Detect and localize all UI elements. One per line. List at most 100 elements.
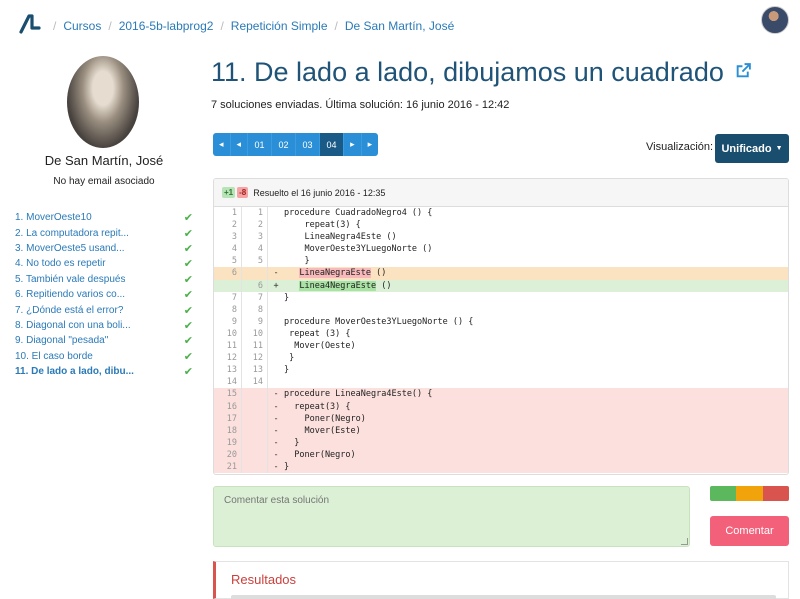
diff-marker bbox=[268, 292, 284, 304]
check-icon: ✔ bbox=[183, 242, 193, 255]
exercise-item[interactable]: 11. De lado a lado, dibu... ✔ bbox=[15, 364, 193, 379]
diff-marker: - bbox=[273, 437, 279, 448]
old-line-number: 5 bbox=[214, 255, 242, 268]
exercise-link[interactable]: 3. MoverOeste5 usand... bbox=[15, 243, 125, 254]
breadcrumb: / Cursos / 2016-5b-labprog2 / Repetición… bbox=[53, 19, 455, 33]
app-logo-icon[interactable] bbox=[18, 12, 42, 36]
pager-next-button[interactable]: ▸ bbox=[344, 133, 362, 156]
exercise-item[interactable]: 3. MoverOeste5 usand... ✔ bbox=[15, 241, 193, 256]
check-icon: ✔ bbox=[183, 289, 193, 302]
old-line-number: 15 bbox=[214, 388, 242, 401]
diff-line: 16 - repeat(3) { bbox=[214, 400, 788, 413]
exercise-item[interactable]: 6. Repitiendo varios co... ✔ bbox=[15, 287, 193, 302]
results-title: Resultados bbox=[231, 572, 297, 587]
submission-summary: 7 soluciones enviadas. Última solución: … bbox=[211, 99, 510, 111]
exercise-link[interactable]: 10. El caso borde bbox=[15, 351, 93, 362]
old-line-number bbox=[214, 279, 242, 292]
rating-option-3[interactable] bbox=[762, 486, 789, 501]
pager-page-03[interactable]: 03 bbox=[296, 133, 321, 156]
comment-input[interactable] bbox=[213, 486, 690, 547]
removed-count-badge: -8 bbox=[237, 187, 249, 198]
exercise-link[interactable]: 9. Diagonal "pesada" bbox=[15, 335, 108, 346]
check-icon: ✔ bbox=[183, 366, 193, 379]
breadcrumb-courses[interactable]: Cursos bbox=[63, 19, 101, 33]
new-line-number: 11 bbox=[242, 340, 268, 353]
pager-first-button[interactable]: ◂ bbox=[213, 133, 231, 156]
exercise-link[interactable]: 5. También vale después bbox=[15, 274, 125, 285]
exercise-link[interactable]: 11. De lado a lado, dibu... bbox=[15, 366, 134, 377]
code-text: } bbox=[284, 437, 300, 448]
resize-grip-icon[interactable] bbox=[681, 538, 688, 545]
rating-option-2[interactable] bbox=[736, 486, 763, 501]
code-change-highlight: Linea4NegraEste bbox=[299, 280, 377, 291]
diff-line: 11 11 Mover(Oeste) bbox=[214, 340, 788, 353]
diff-marker: - bbox=[273, 401, 279, 412]
rating-selector bbox=[710, 486, 789, 501]
diff-header-text: Resuelto el 16 junio 2016 - 12:35 bbox=[253, 187, 386, 198]
pager-last-button[interactable]: ▸ bbox=[361, 133, 379, 156]
diff-line: 10 10 repeat (3) { bbox=[214, 327, 788, 341]
diff-marker bbox=[268, 207, 284, 219]
check-icon: ✔ bbox=[183, 273, 193, 286]
comment-button[interactable]: Comentar bbox=[710, 516, 789, 546]
rating-option-1[interactable] bbox=[710, 486, 737, 501]
new-line-number: 12 bbox=[242, 352, 268, 365]
pager-page-04[interactable]: 04 bbox=[320, 133, 345, 156]
diff-line: 6 + Linea4NegraEste () bbox=[214, 279, 788, 292]
page-title: 11. De lado a lado, dibujamos un cuadrad… bbox=[211, 57, 752, 88]
user-avatar[interactable] bbox=[761, 6, 789, 34]
old-line-number: 4 bbox=[214, 243, 242, 256]
code-text: repeat(3) { bbox=[284, 401, 351, 412]
exercise-link[interactable]: 6. Repitiendo varios co... bbox=[15, 289, 125, 300]
visualization-dropdown[interactable]: Unificado ▼ bbox=[715, 134, 789, 163]
exercise-link[interactable]: 8. Diagonal con una boli... bbox=[15, 320, 131, 331]
diff-marker: - bbox=[273, 268, 279, 279]
code-text: } bbox=[284, 353, 295, 364]
code-text: } bbox=[284, 365, 290, 376]
old-line-number: 13 bbox=[214, 364, 242, 377]
diff-line: 9 9 procedure MoverOeste3YLuegoNorte () { bbox=[214, 315, 788, 328]
pager-prev-button[interactable]: ◂ bbox=[230, 133, 249, 156]
exercise-link[interactable]: 7. ¿Dónde está el error? bbox=[15, 305, 123, 316]
exercise-link[interactable]: 4. No todo es repetir bbox=[15, 258, 106, 269]
results-panel: Resultados bbox=[213, 561, 789, 599]
exercise-link[interactable]: 1. MoverOeste10 bbox=[15, 212, 92, 223]
breadcrumb-course[interactable]: 2016-5b-labprog2 bbox=[119, 19, 214, 33]
exercise-item[interactable]: 8. Diagonal con una boli... ✔ bbox=[15, 318, 193, 333]
code-text: Linea4NegraEste () bbox=[284, 280, 788, 292]
student-email: No hay email asociado bbox=[53, 176, 155, 187]
exercise-link[interactable]: 2. La computadora repit... bbox=[15, 228, 129, 239]
exercise-item[interactable]: 5. También vale después ✔ bbox=[15, 272, 193, 287]
diff-marker bbox=[268, 255, 284, 267]
old-line-number: 1 bbox=[214, 207, 242, 220]
old-line-number: 12 bbox=[214, 352, 242, 365]
old-line-number: 17 bbox=[214, 412, 242, 425]
diff-marker bbox=[268, 304, 284, 316]
code-text: repeat(3) { bbox=[284, 220, 361, 231]
exercise-item[interactable]: 4. No todo es repetir ✔ bbox=[15, 256, 193, 271]
breadcrumb-guide[interactable]: Repetición Simple bbox=[231, 19, 328, 33]
exercise-item[interactable]: 2. La computadora repit... ✔ bbox=[15, 225, 193, 240]
new-line-number: 6 bbox=[242, 279, 268, 292]
diff-marker bbox=[268, 376, 284, 388]
pager-page-01[interactable]: 01 bbox=[248, 133, 273, 156]
diff-marker bbox=[268, 316, 284, 328]
new-line-number: 1 bbox=[242, 207, 268, 220]
exercise-item[interactable]: 1. MoverOeste10 ✔ bbox=[15, 210, 193, 225]
student-portrait bbox=[67, 56, 139, 148]
code-rest: () bbox=[371, 268, 387, 279]
code-text: } bbox=[284, 292, 290, 303]
pager-page-02[interactable]: 02 bbox=[272, 133, 297, 156]
results-bar bbox=[231, 595, 776, 599]
external-link-icon[interactable] bbox=[735, 62, 752, 79]
old-line-number: 11 bbox=[214, 340, 242, 353]
code-text: } bbox=[284, 256, 310, 267]
exercise-item[interactable]: 9. Diagonal "pesada" ✔ bbox=[15, 333, 193, 348]
old-line-number: 14 bbox=[214, 376, 242, 389]
diff-marker bbox=[268, 340, 284, 352]
check-icon: ✔ bbox=[183, 258, 193, 271]
breadcrumb-student[interactable]: De San Martín, José bbox=[345, 19, 454, 33]
exercise-item[interactable]: 10. El caso borde ✔ bbox=[15, 349, 193, 364]
exercise-item[interactable]: 7. ¿Dónde está el error? ✔ bbox=[15, 302, 193, 317]
